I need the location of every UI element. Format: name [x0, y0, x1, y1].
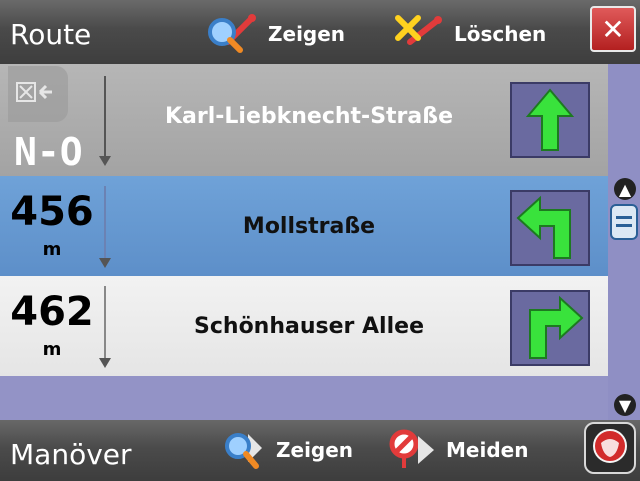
maneuver-row[interactable]: 462 m Schönhauser Allee — [0, 276, 608, 376]
no-entry-icon — [388, 428, 440, 472]
show-route-label: Zeigen — [268, 22, 346, 46]
orientation-indicator[interactable]: N-O — [8, 66, 112, 174]
route-options-button[interactable] — [584, 422, 636, 474]
arrow-up-icon: ▲ — [618, 179, 632, 199]
straight-arrow-icon — [510, 82, 590, 158]
show-maneuver-button[interactable]: Zeigen — [222, 428, 353, 472]
scroll-up-button[interactable]: ▲ — [614, 178, 636, 200]
avoid-button[interactable]: Meiden — [388, 428, 528, 472]
distance-value: 456 — [10, 189, 94, 235]
turn-left-arrow-icon — [510, 190, 590, 266]
scroll-down-button[interactable]: ▼ — [614, 394, 636, 416]
scroll-thumb[interactable] — [610, 204, 638, 240]
empty-list-area — [0, 376, 608, 420]
route-title: Route — [10, 18, 92, 51]
close-icon: ✕ — [601, 12, 625, 46]
arrow-down-icon: ▼ — [618, 395, 632, 415]
distance: 456 m — [8, 190, 96, 262]
close-button[interactable]: ✕ — [590, 6, 636, 52]
heart-shield-icon — [591, 427, 629, 469]
row-divider — [99, 186, 111, 268]
avoid-label: Meiden — [446, 438, 529, 462]
show-maneuver-label: Zeigen — [276, 438, 354, 462]
street-name: Karl-Liebknecht-Straße — [164, 103, 453, 129]
magnifier-route-icon — [206, 12, 262, 56]
distance-unit: m — [42, 339, 62, 360]
turn-right-arrow-icon — [510, 290, 590, 366]
maneuver-row[interactable]: 456 m Mollstraße — [0, 176, 608, 276]
route-toolbar: Route Zeigen Löschen ✕ — [0, 0, 640, 64]
street-name: Schönhauser Allee — [194, 313, 424, 339]
back-icon — [16, 82, 52, 102]
delete-route-label: Löschen — [454, 22, 547, 46]
delete-route-icon — [392, 12, 448, 56]
distance-unit: m — [42, 239, 62, 260]
distance-value: 462 — [10, 289, 94, 335]
magnifier-icon — [222, 428, 270, 472]
scrollbar[interactable]: ▲ ▼ — [608, 176, 640, 420]
maneuver-toolbar: Manöver Zeigen Meiden — [0, 420, 640, 481]
orientation-label: N-O — [14, 130, 83, 174]
street-name: Mollstraße — [242, 213, 376, 239]
delete-route-button[interactable]: Löschen — [392, 12, 546, 56]
navigation-screen: Route Zeigen Löschen ✕ Karl-Liebknecht-S… — [0, 0, 640, 481]
distance: 462 m — [8, 290, 96, 362]
row-divider — [99, 286, 111, 368]
show-route-button[interactable]: Zeigen — [206, 12, 345, 56]
maneuver-title: Manöver — [10, 438, 132, 471]
